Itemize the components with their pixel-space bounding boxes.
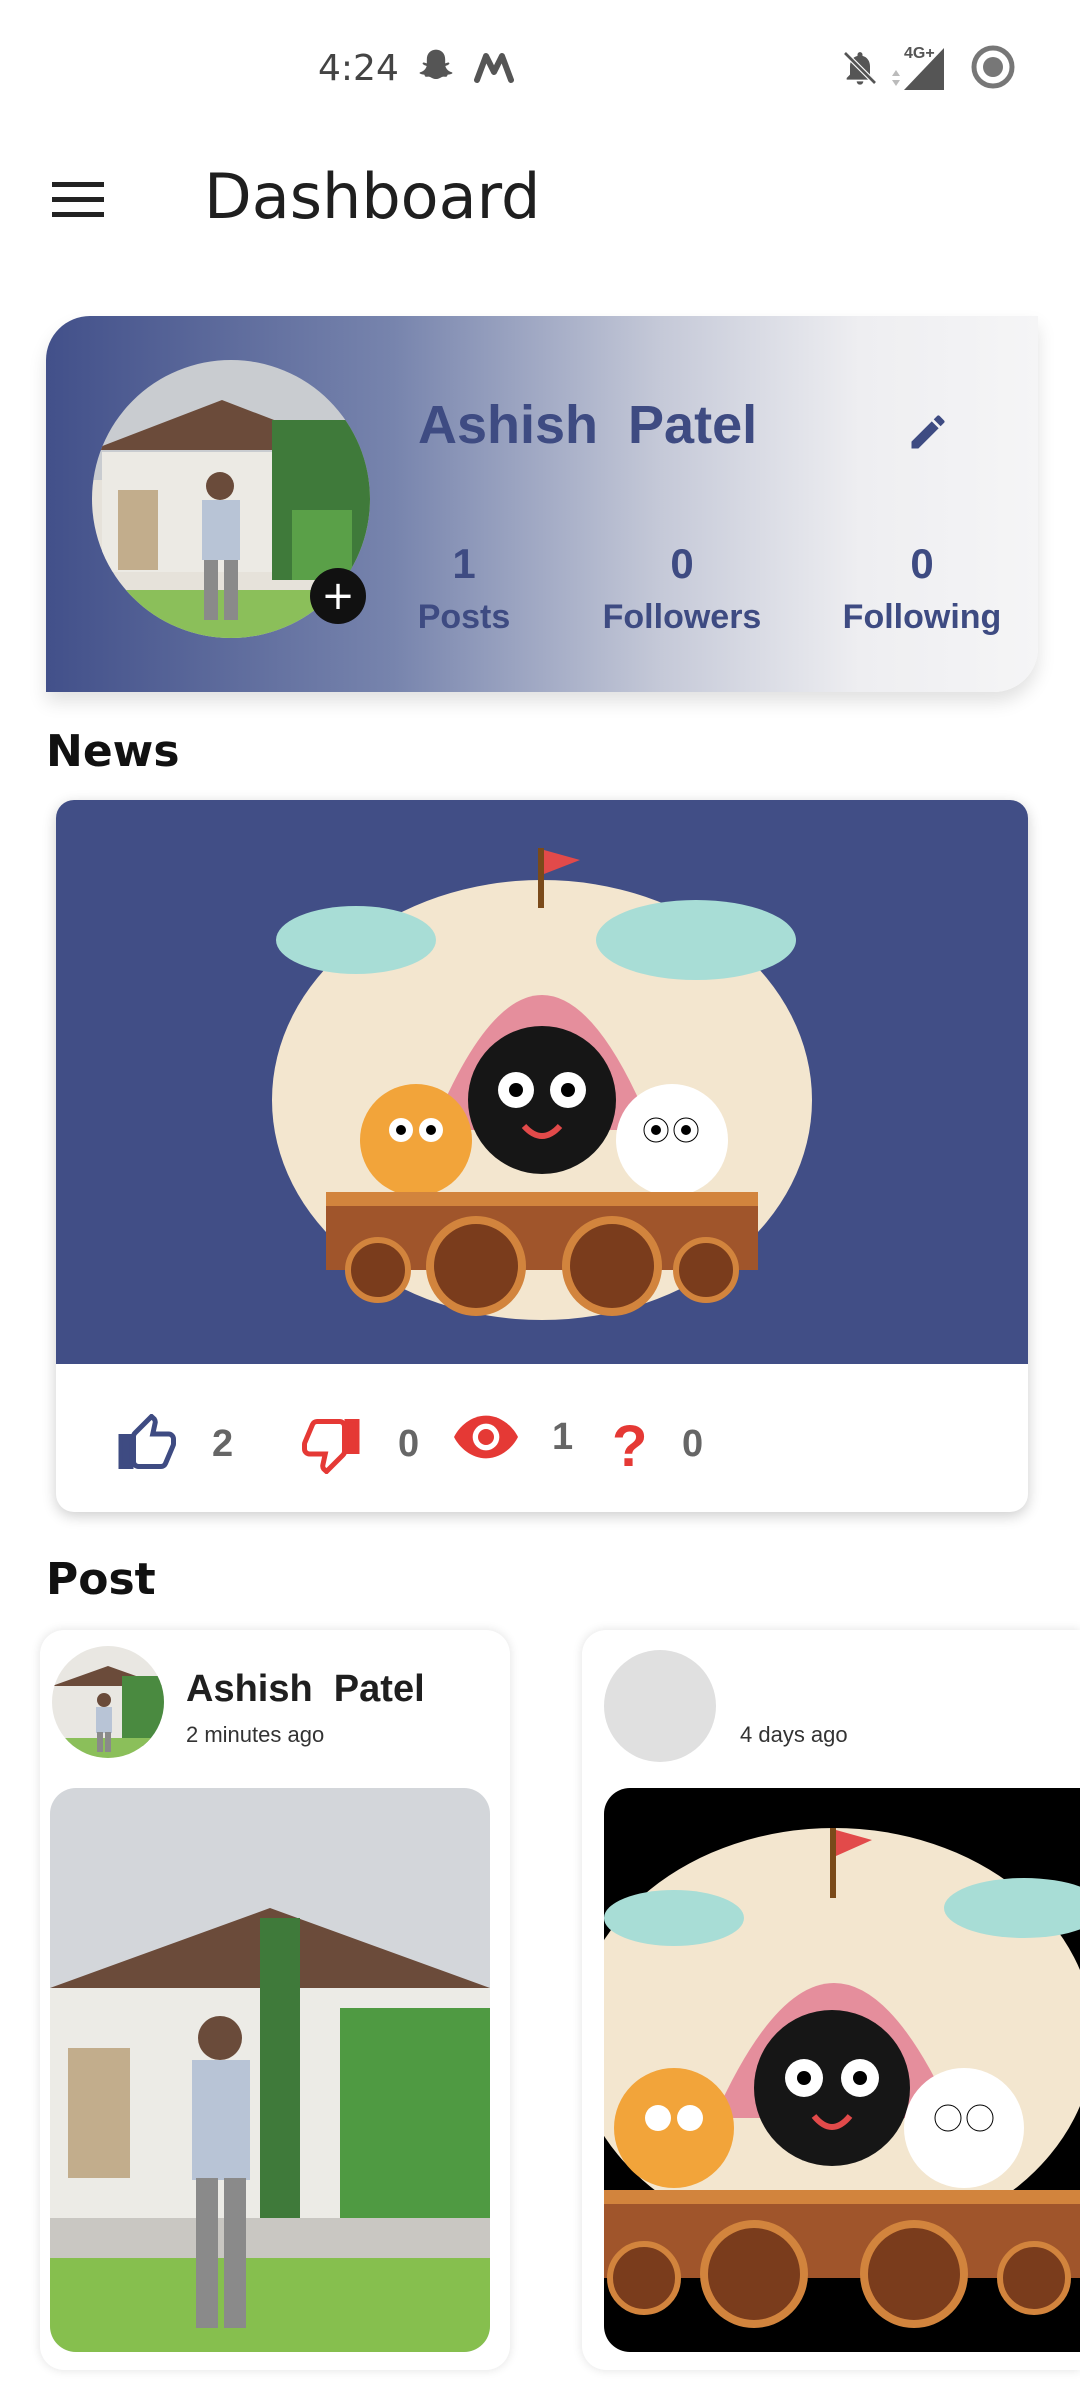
stat-following-label: Following — [842, 598, 1002, 636]
post-card[interactable]: 4 days ago — [582, 1630, 1080, 2370]
views-count: 1 — [552, 1415, 574, 1458]
thumbs-up-icon — [118, 1414, 176, 1469]
page-title: Dashboard — [204, 160, 541, 233]
post-author-avatar[interactable] — [52, 1646, 164, 1758]
like-count: 2 — [212, 1422, 234, 1465]
post-author-avatar[interactable] — [604, 1650, 716, 1762]
news-card[interactable]: 2 0 1 ? 0 — [56, 800, 1028, 1512]
post-time: 2 minutes ago — [186, 1722, 325, 1747]
post-time: 4 days ago — [740, 1722, 848, 1747]
question-button[interactable]: ? 0 — [608, 1414, 703, 1474]
signal-icon: 4G+ — [886, 40, 950, 99]
post-heading: Post — [46, 1554, 156, 1605]
stat-following[interactable]: 0 Following — [822, 540, 1022, 637]
like-button[interactable]: 2 — [114, 1414, 233, 1474]
edit-icon[interactable] — [898, 402, 958, 462]
post-author-name[interactable]: Ashish Patel — [186, 1668, 425, 1711]
post-image[interactable] — [604, 1788, 1080, 2352]
question-mark-icon: ? — [612, 1414, 647, 1474]
svg-text:?: ? — [612, 1414, 647, 1474]
bell-off-icon — [840, 46, 880, 95]
post-image[interactable] — [50, 1788, 490, 2352]
dislike-button[interactable]: 0 — [300, 1414, 419, 1474]
stat-followers-label: Followers — [602, 598, 762, 636]
stat-posts-value: 1 — [452, 540, 476, 587]
status-time: 4:24 — [318, 48, 399, 89]
stat-following-value: 0 — [910, 540, 934, 587]
profile-card: + Ashish Patel 1 Posts 0 Followers 0 Fol… — [46, 316, 1038, 692]
news-image[interactable] — [56, 800, 1028, 1364]
hamburger-menu-icon[interactable] — [46, 168, 110, 232]
record-icon — [970, 44, 1016, 95]
stat-posts-label: Posts — [417, 598, 511, 636]
status-bar: 4:24 4G+ — [0, 0, 1080, 140]
news-actions: 2 0 1 ? 0 — [56, 1364, 1028, 1512]
svg-text:4G+: 4G+ — [904, 45, 935, 62]
m-app-icon — [474, 52, 514, 89]
dislike-count: 0 — [398, 1422, 420, 1465]
views-indicator[interactable]: 1 — [454, 1414, 573, 1460]
stat-followers-value: 0 — [670, 540, 694, 587]
stat-followers[interactable]: 0 Followers — [582, 540, 782, 637]
add-photo-button[interactable]: + — [310, 568, 366, 624]
snapchat-icon — [414, 46, 458, 95]
eye-icon — [454, 1415, 518, 1459]
app-bar: Dashboard — [0, 140, 1080, 260]
news-heading: News — [46, 726, 180, 777]
thumbs-down-icon — [302, 1419, 360, 1474]
profile-name: Ashish Patel — [418, 395, 758, 455]
post-card[interactable]: Ashish Patel 2 minutes ago — [40, 1630, 510, 2370]
stat-posts[interactable]: 1 Posts — [404, 540, 524, 637]
question-count: 0 — [682, 1422, 704, 1465]
